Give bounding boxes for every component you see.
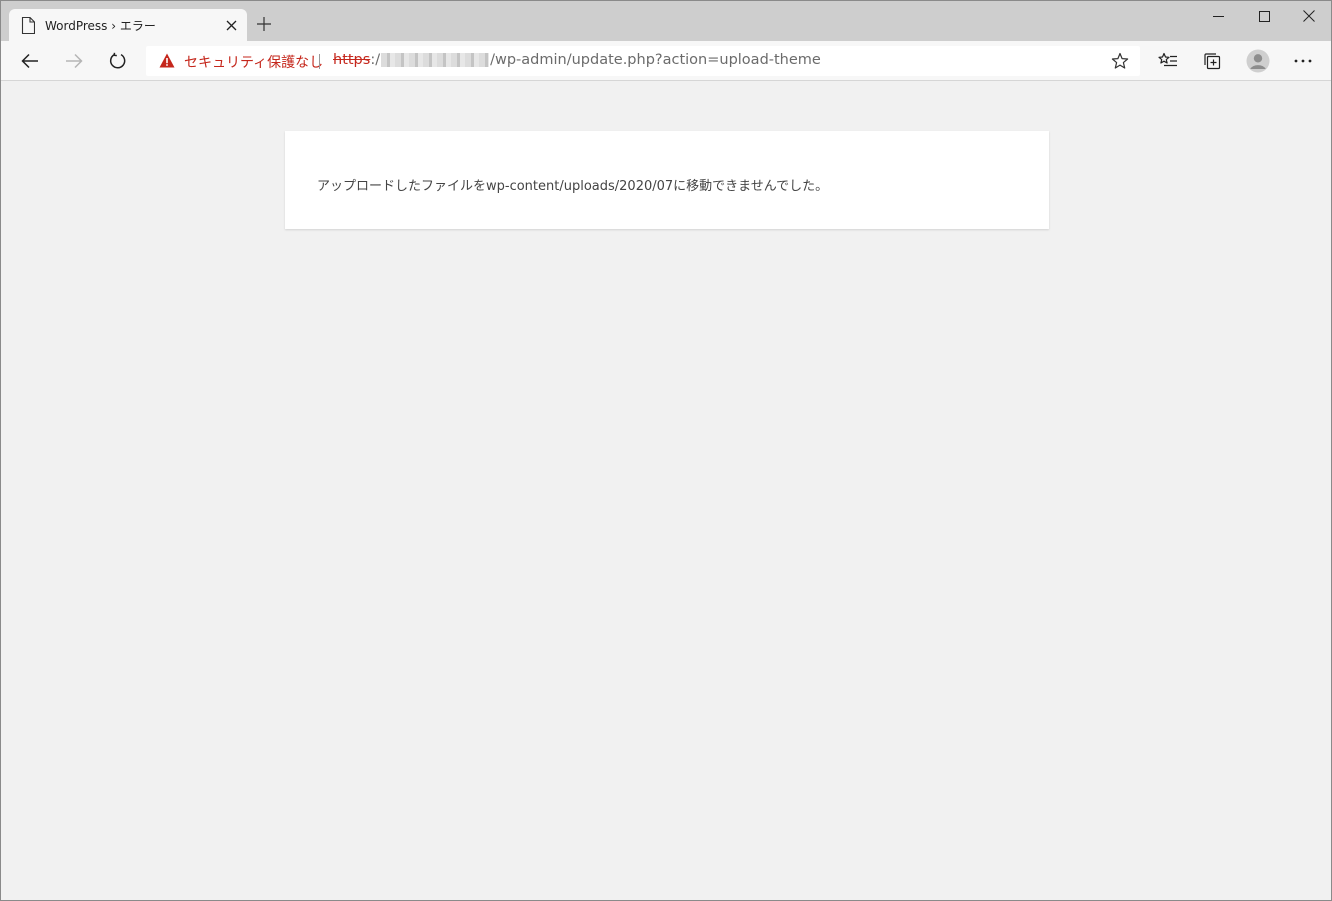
collections-button[interactable] bbox=[1196, 47, 1228, 75]
arrow-left-icon bbox=[21, 53, 38, 69]
collections-icon bbox=[1204, 53, 1221, 70]
maximize-icon bbox=[1258, 10, 1270, 22]
favorites-button[interactable] bbox=[1152, 47, 1184, 75]
url-scheme-separator: :/ bbox=[370, 52, 381, 68]
security-status-label[interactable]: セキュリティ保護なし bbox=[184, 52, 323, 72]
url-path: /wp-admin/update.php?action=upload-theme bbox=[490, 52, 821, 68]
page-content: アップロードしたファイルをwp-content/uploads/2020/07に… bbox=[1, 82, 1331, 900]
tab-wordpress-error[interactable]: WordPress › エラー bbox=[9, 9, 247, 41]
arrow-right-icon bbox=[66, 53, 83, 69]
tab-title: WordPress › エラー bbox=[45, 19, 156, 33]
tab-strip: WordPress › エラー bbox=[1, 1, 1331, 41]
refresh-button[interactable] bbox=[103, 47, 133, 75]
url-host-redacted bbox=[381, 53, 490, 67]
star-icon[interactable] bbox=[1111, 52, 1129, 70]
favorites-list-icon bbox=[1158, 52, 1177, 67]
plus-icon bbox=[257, 17, 271, 31]
new-tab-button[interactable] bbox=[253, 13, 275, 35]
warning-icon[interactable] bbox=[159, 53, 175, 68]
address-bar[interactable]: セキュリティ保護なし https :/ /wp-admin/update.php… bbox=[146, 46, 1140, 76]
more-icon bbox=[1294, 59, 1312, 63]
avatar-icon bbox=[1246, 49, 1270, 73]
close-icon bbox=[1303, 10, 1315, 22]
minimize-button[interactable] bbox=[1195, 1, 1241, 31]
url-scheme: https bbox=[333, 52, 371, 68]
close-icon bbox=[226, 20, 236, 30]
minimize-icon bbox=[1212, 15, 1224, 17]
window-close-button[interactable] bbox=[1286, 1, 1331, 31]
refresh-icon bbox=[109, 52, 126, 69]
back-button[interactable] bbox=[15, 47, 45, 75]
error-message: アップロードしたファイルをwp-content/uploads/2020/07に… bbox=[317, 179, 829, 194]
forward-button[interactable] bbox=[59, 47, 89, 75]
browser-toolbar: セキュリティ保護なし https :/ /wp-admin/update.php… bbox=[1, 41, 1331, 81]
more-menu-button[interactable] bbox=[1287, 47, 1319, 75]
url-text[interactable]: https :/ /wp-admin/update.php?action=upl… bbox=[333, 52, 821, 68]
maximize-button[interactable] bbox=[1241, 1, 1287, 31]
error-box: アップロードしたファイルをwp-content/uploads/2020/07に… bbox=[285, 131, 1049, 229]
page-icon bbox=[21, 17, 35, 34]
profile-button[interactable] bbox=[1242, 47, 1274, 75]
browser-window: WordPress › エラー セキュリティ保護なし https:/ /wp-… bbox=[0, 0, 1332, 901]
address-separator bbox=[319, 54, 320, 69]
tab-close-button[interactable] bbox=[223, 17, 239, 33]
